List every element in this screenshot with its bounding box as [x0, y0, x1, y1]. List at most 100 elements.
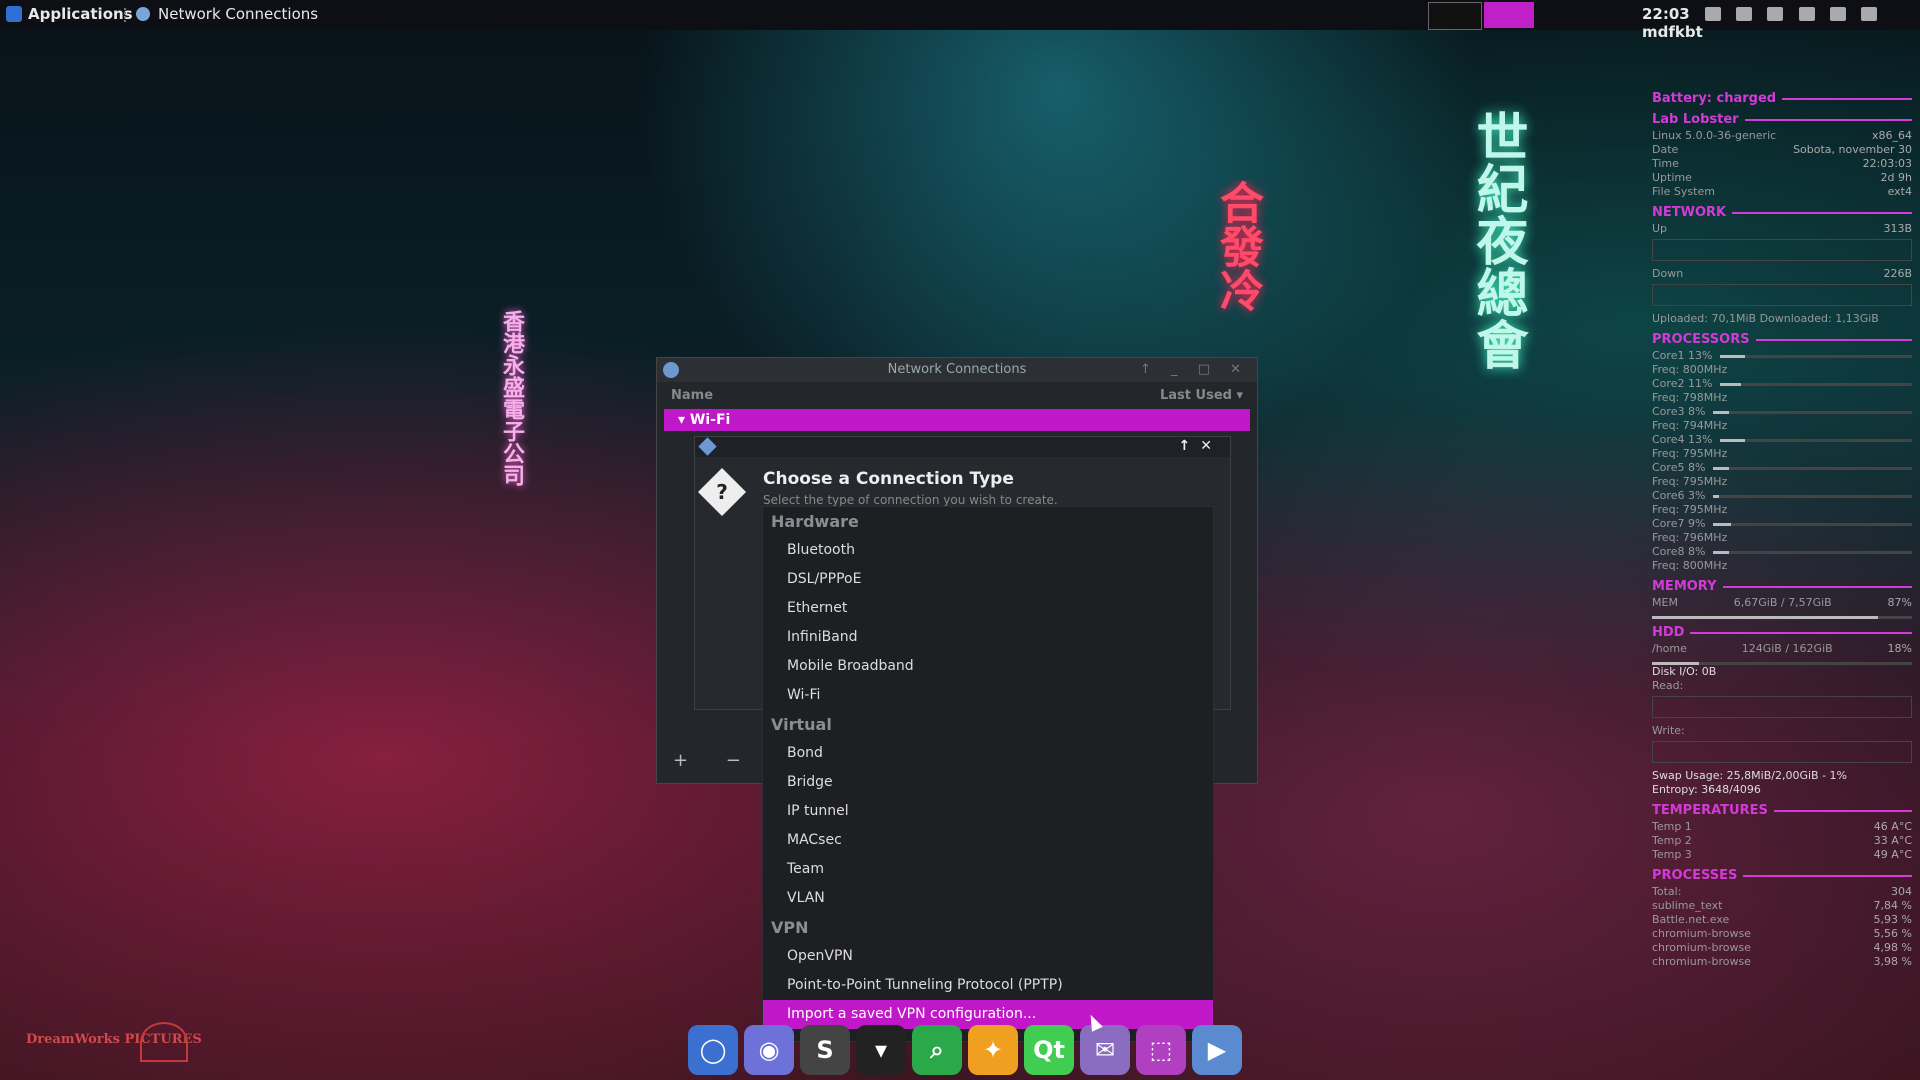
qt-icon[interactable]: Qt [1024, 1025, 1074, 1075]
core-load-fill [1713, 411, 1730, 414]
workspace-1[interactable] [1428, 2, 1482, 30]
temps-list: Temp 1 46 A°C Temp 2 33 A°C Temp 3 49 A°C [1652, 820, 1912, 862]
core-label: Core6 3% [1652, 489, 1706, 502]
menu-item-ip-tunnel[interactable]: IP tunnel [763, 797, 1213, 826]
hdd-mount: /home [1652, 642, 1687, 655]
dialog-titlebar[interactable]: ↑✕ [695, 437, 1230, 457]
core-freq: Freq: 795MHz [1652, 475, 1912, 489]
menu-item-bond[interactable]: Bond [763, 739, 1213, 768]
entropy: Entropy: 3648/4096 [1652, 783, 1761, 796]
wifi-group-row[interactable]: ▾ Wi-Fi [664, 409, 1250, 431]
memory-heading: MEMORY [1652, 579, 1912, 594]
applications-menu-button[interactable]: Applications [6, 5, 133, 23]
mem-percent: 87% [1887, 596, 1912, 609]
core-load-bar [1713, 523, 1912, 526]
dialog-controls[interactable]: ↑✕ [1179, 438, 1222, 454]
menu-item-vlan[interactable]: VLAN [763, 884, 1213, 913]
menu-item-mobile-broadband[interactable]: Mobile Broadband [763, 652, 1213, 681]
core-freq-text: Freq: 800MHz [1652, 559, 1728, 572]
dialog-icon [698, 437, 717, 456]
menu-item-bluetooth[interactable]: Bluetooth [763, 536, 1213, 565]
app-orange-icon[interactable]: ✦ [968, 1025, 1018, 1075]
menu-item-macsec[interactable]: MACsec [763, 826, 1213, 855]
mem-bar-row [1652, 610, 1912, 619]
process-label: chromium-browse [1652, 955, 1751, 968]
dialog-title: Choose a Connection Type [763, 469, 1014, 489]
taskbar-item-network-connections[interactable]: Network Connections [136, 5, 318, 23]
menu-item-team[interactable]: Team [763, 855, 1213, 884]
column-last-used[interactable]: Last Used ▾ [1160, 388, 1243, 403]
taskbar-item-label: Network Connections [158, 5, 319, 23]
net-totals: Uploaded: 70,1MiB Downloaded: 1,13GiB [1652, 312, 1912, 326]
sublime-icon[interactable]: S [800, 1025, 850, 1075]
temp-value: 46 A°C [1873, 820, 1912, 833]
neon-sign-middle: 合發冷 [1212, 180, 1263, 312]
sysinfo-list: Date Sobota, november 30 Time 22:03:03 Uptim… [1652, 143, 1912, 199]
core-label: Core2 11% [1652, 377, 1713, 390]
process-row: chromium-browse 3,98 % [1652, 955, 1912, 969]
system-tray: 22:03 mdfkbt [1642, 5, 1920, 41]
column-name[interactable]: Name [671, 388, 713, 403]
discord-icon[interactable]: ◉ [744, 1025, 794, 1075]
core-load-fill [1713, 495, 1720, 498]
mem-label: MEM [1652, 596, 1678, 609]
core-freq: Freq: 795MHz [1652, 503, 1912, 517]
menu-section-hardware: Hardware [771, 512, 859, 531]
core-load-fill [1720, 439, 1746, 442]
core-load-bar [1713, 411, 1912, 414]
panel-separator [124, 8, 128, 22]
process-label: chromium-browse [1652, 927, 1751, 940]
window-controls[interactable]: ↑ _ □ ✕ [1140, 358, 1249, 382]
steam-icon[interactable] [1704, 7, 1721, 21]
core-row: Core3 8% [1652, 405, 1912, 419]
core-freq-text: Freq: 795MHz [1652, 447, 1728, 460]
video-icon[interactable]: ▶ [1192, 1025, 1242, 1075]
clock[interactable]: 22:03 [1642, 5, 1690, 23]
menu-item-point-to-point-tunneling-protocol-pptp-[interactable]: Point-to-Point Tunneling Protocol (PPTP) [763, 971, 1213, 1000]
conky-panel: Battery: charged Lab Lobster Linux 5.0.0… [1652, 85, 1912, 969]
core-row: Core2 11% [1652, 377, 1912, 391]
dock: ◯ ◉ S ▾ ⌕ ✦ Qt ✉ ⬚ ▶ [684, 1025, 1310, 1080]
menu-item-infiniband[interactable]: InfiniBand [763, 623, 1213, 652]
screenshot-icon[interactable]: ⬚ [1136, 1025, 1186, 1075]
discord-tray-icon[interactable] [1736, 7, 1753, 21]
volume-icon[interactable] [1861, 7, 1878, 21]
xfce-logo-icon [6, 6, 22, 22]
neon-sign-right: 世紀夜總會 [1467, 110, 1528, 370]
clipboard-icon[interactable] [1767, 7, 1784, 21]
image-icon[interactable] [1798, 7, 1815, 21]
hostname: Lab Lobster [1652, 112, 1912, 127]
sysinfo-value: 2d 9h [1880, 171, 1912, 184]
pidgin-icon[interactable]: ✉ [1080, 1025, 1130, 1075]
core-row: Core7 9% [1652, 517, 1912, 531]
wifi-icon[interactable] [1829, 7, 1846, 21]
core-freq-text: Freq: 795MHz [1652, 503, 1728, 516]
hdd-bar-fill [1652, 662, 1699, 665]
menu-item-openvpn[interactable]: OpenVPN [763, 942, 1213, 971]
sysinfo-value: 22:03:03 [1862, 157, 1912, 170]
menu-item-ethernet[interactable]: Ethernet [763, 594, 1213, 623]
disk-read-graph [1652, 696, 1912, 718]
spotify-icon[interactable]: ▾ [856, 1025, 906, 1075]
chromium-icon[interactable]: ◯ [688, 1025, 738, 1075]
core-freq-text: Freq: 800MHz [1652, 363, 1728, 376]
disk-write-label: Write: [1652, 724, 1685, 737]
sort-down-icon: ▾ [1236, 388, 1243, 403]
search-app-icon[interactable]: ⌕ [912, 1025, 962, 1075]
mem-value: 6,67GiB / 7,57GiB [1733, 596, 1832, 609]
sysinfo-label: Uptime [1652, 171, 1692, 184]
process-total-row: Total: 304 [1652, 885, 1912, 899]
sysinfo-row: Uptime 2d 9h [1652, 171, 1912, 185]
process-list: sublime_text 7,84 % Battle.net.exe 5,93 % ch… [1652, 899, 1912, 969]
menu-item-wi-fi[interactable]: Wi-Fi [763, 681, 1213, 710]
core-load-fill [1720, 383, 1742, 386]
menu-item-bridge[interactable]: Bridge [763, 768, 1213, 797]
menu-item-dsl-pppoe[interactable]: DSL/PPPoE [763, 565, 1213, 594]
window-titlebar[interactable]: Network Connections ↑ _ □ ✕ [657, 358, 1257, 382]
cores-list: Core1 13% Freq: 800MHz Core2 11% Freq: 798M… [1652, 349, 1912, 573]
sysinfo-label: Time [1652, 157, 1679, 170]
workspace-2[interactable] [1484, 2, 1534, 28]
username[interactable]: mdfkbt [1642, 23, 1703, 41]
process-value: 5,56 % [1873, 927, 1912, 940]
process-label: Battle.net.exe [1652, 913, 1730, 926]
